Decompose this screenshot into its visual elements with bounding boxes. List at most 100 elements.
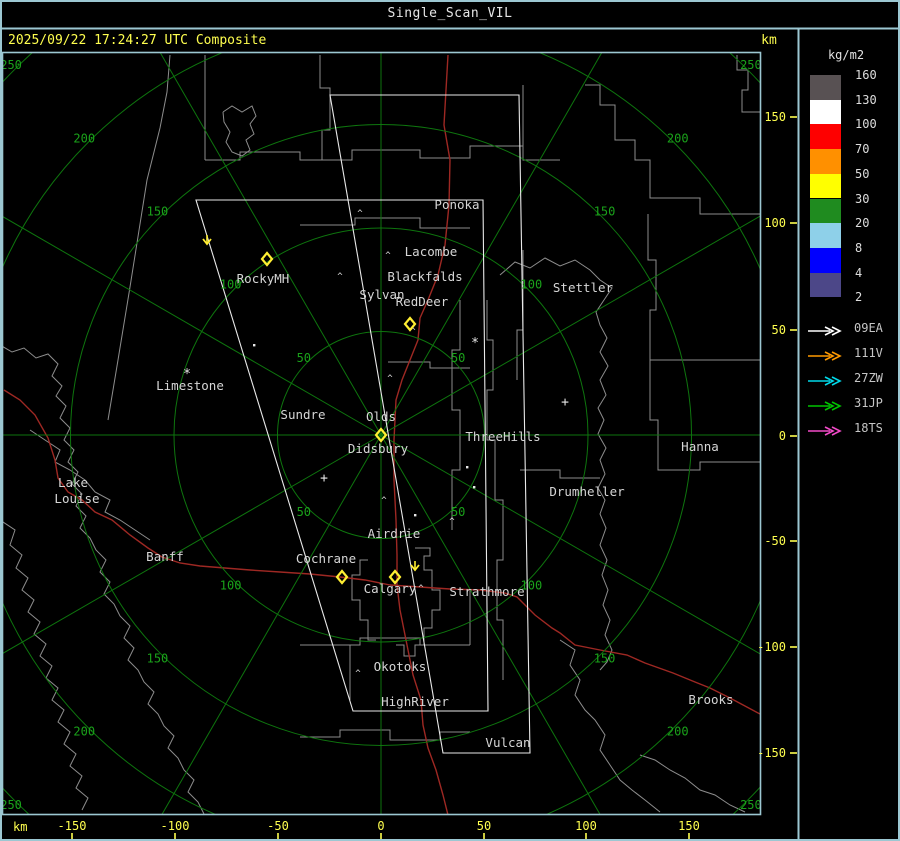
ring-label-250: 250 <box>740 798 762 812</box>
bottom-axis-label: -100 <box>161 819 190 833</box>
scale-boundary-label: 160 <box>855 68 877 82</box>
radial-210 <box>161 434 382 814</box>
scale-boundary-label: 20 <box>855 216 870 231</box>
station-row-31JP: 31JP <box>807 397 883 411</box>
scale-boundary-label: 130 <box>855 92 877 107</box>
radial-330 <box>159 53 382 436</box>
dot-marker <box>473 486 476 489</box>
station-row-111V: 111V <box>807 347 883 361</box>
town-label-lake: Lake <box>58 475 88 490</box>
town-label-drumheller: Drumheller <box>549 484 625 499</box>
station-label: 09EA <box>854 321 883 335</box>
ring-label-200: 200 <box>73 131 95 145</box>
caret-marker: ^ <box>355 669 361 679</box>
scale-boundary-label: 30 <box>855 191 870 206</box>
town-label-airdrie: Airdrie <box>368 526 421 541</box>
town-label-highriver: HighRiver <box>381 694 449 709</box>
ring-label-50: 50 <box>297 351 311 365</box>
town-label-sundre: Sundre <box>280 407 325 422</box>
town-label-cochrane: Cochrane <box>296 551 356 566</box>
station-row-18TS: 18TS <box>807 422 883 436</box>
scale-boundary-label: 50 <box>855 166 870 181</box>
station-label: 27ZW <box>854 371 883 385</box>
radial-150 <box>380 434 601 814</box>
scale-boundary-label: 8 <box>855 240 863 255</box>
dot-marker <box>253 344 256 347</box>
bottom-axis-label: 150 <box>678 819 700 833</box>
scale-block-8 <box>810 247 841 273</box>
station-arrow-icon <box>808 326 842 336</box>
scale-boundary-label: 70 <box>855 142 870 157</box>
ring-label-50: 50 <box>451 351 465 365</box>
bottom-axis-label: 100 <box>575 819 597 833</box>
town-label-ponoka: Ponoka <box>434 197 479 212</box>
coverage-polygon-east <box>329 94 531 754</box>
legend-panel: kg/m2 160 130 100 70 50 30 20 8 4 2 09EA 111V 27ZW 3… <box>800 28 900 841</box>
ring-label-250: 250 <box>0 798 22 812</box>
station-row-09EA: 09EA <box>807 322 883 336</box>
ring-label-250: 250 <box>0 58 22 72</box>
scale-boundary-label: 2 <box>855 290 863 305</box>
right-axis-label: 50 <box>772 323 786 337</box>
range-ring-250 <box>3 53 760 814</box>
scale-block-160 <box>810 75 841 100</box>
town-label-blackfalds: Blackfalds <box>387 269 462 284</box>
range-ring-grid <box>3 53 760 814</box>
ring-label-150: 150 <box>147 652 169 666</box>
right-axis-label: -150 <box>757 746 786 760</box>
town-label-limestone: Limestone <box>156 378 224 393</box>
ring-label-100: 100 <box>521 278 543 292</box>
radial-30 <box>380 53 603 436</box>
ring-label-150: 150 <box>594 204 616 218</box>
right-axis-unit-label: km <box>761 33 777 48</box>
ring-label-200: 200 <box>73 725 95 739</box>
right-axis-label: 0 <box>779 429 786 443</box>
right-axis: 150 100 50 0 -50 -100 -150 <box>757 110 797 760</box>
bottom-axis-unit-label: km <box>13 820 27 834</box>
scale-block-130 <box>810 99 841 125</box>
right-axis-label: 150 <box>764 110 786 124</box>
bottom-axis-label: -150 <box>58 819 87 833</box>
bottom-axis-label: 0 <box>377 819 384 833</box>
station-label: 111V <box>854 346 883 360</box>
scale-block-100 <box>810 124 841 150</box>
bottom-axis: km -150 -100 -50 0 50 100 150 <box>13 819 700 839</box>
dot-marker <box>414 514 417 517</box>
bottom-axis-label: 50 <box>477 819 491 833</box>
scale-boundary-label: 4 <box>855 265 863 280</box>
caret-marker: ^ <box>337 272 343 282</box>
legend-unit-label: kg/m2 <box>827 48 865 62</box>
scale-block-30 <box>810 198 841 224</box>
scale-boundary-label: 100 <box>855 117 877 132</box>
radar-app-window: 50 50 50 50 100 100 100 100 150 150 150 150 200 200 20… <box>0 0 900 841</box>
dot-marker <box>466 466 469 469</box>
town-label-louise: Louise <box>54 491 99 506</box>
town-label-didsbury: Didsbury <box>348 441 409 456</box>
town-label-vulcan: Vulcan <box>485 735 530 750</box>
town-label-rockymh: RockyMH <box>237 271 290 286</box>
right-axis-label: 100 <box>764 216 786 230</box>
station-arrow-icon <box>808 401 842 411</box>
ring-label-250: 250 <box>740 58 762 72</box>
ring-label-50: 50 <box>297 505 311 519</box>
caret-marker: ^ <box>418 584 424 594</box>
right-axis-label: -100 <box>757 640 786 654</box>
town-label-lacombe: Lacombe <box>405 244 458 259</box>
town-label-stettler: Stettler <box>553 280 614 295</box>
ring-label-100: 100 <box>220 578 242 592</box>
plus-marker: + <box>561 395 569 410</box>
town-label-hanna: Hanna <box>681 439 719 454</box>
town-label-calgary: Calgary <box>364 581 417 596</box>
window-frame <box>0 0 900 841</box>
scale-block-20 <box>810 223 841 248</box>
radar-map-canvas: 5050505010010010010015015015015020020020… <box>0 0 900 841</box>
scale-block-50 <box>810 173 841 199</box>
diamond-site-marker <box>260 251 274 267</box>
town-label-reddeer: RedDeer <box>396 294 449 309</box>
plus-marker: + <box>320 471 328 486</box>
town-label-threehills: ThreeHills <box>465 429 540 444</box>
town-label-okotoks: Okotoks <box>374 659 427 674</box>
scale-block-4 <box>810 272 841 298</box>
station-row-27ZW: 27ZW <box>807 372 883 386</box>
ring-label-150: 150 <box>147 204 169 218</box>
